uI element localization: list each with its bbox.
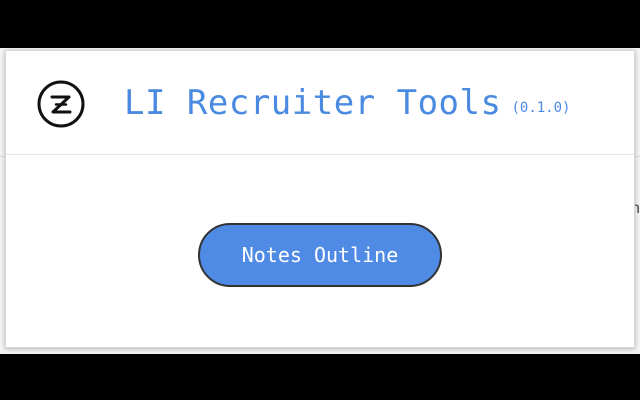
title-group: LI Recruiter Tools (0.1.0) — [124, 83, 570, 123]
popup-header: LI Recruiter Tools (0.1.0) — [6, 51, 634, 155]
app-title: LI Recruiter Tools — [124, 83, 502, 123]
extension-popup: LI Recruiter Tools (0.1.0) Notes Outline — [5, 50, 635, 348]
z-circle-logo-icon — [37, 80, 85, 128]
version-label: (0.1.0) — [511, 100, 571, 116]
notes-outline-button[interactable]: Notes Outline — [198, 223, 442, 287]
screen: n LI Recruiter Tools (0.1.0) Notes Outlin… — [0, 0, 640, 400]
